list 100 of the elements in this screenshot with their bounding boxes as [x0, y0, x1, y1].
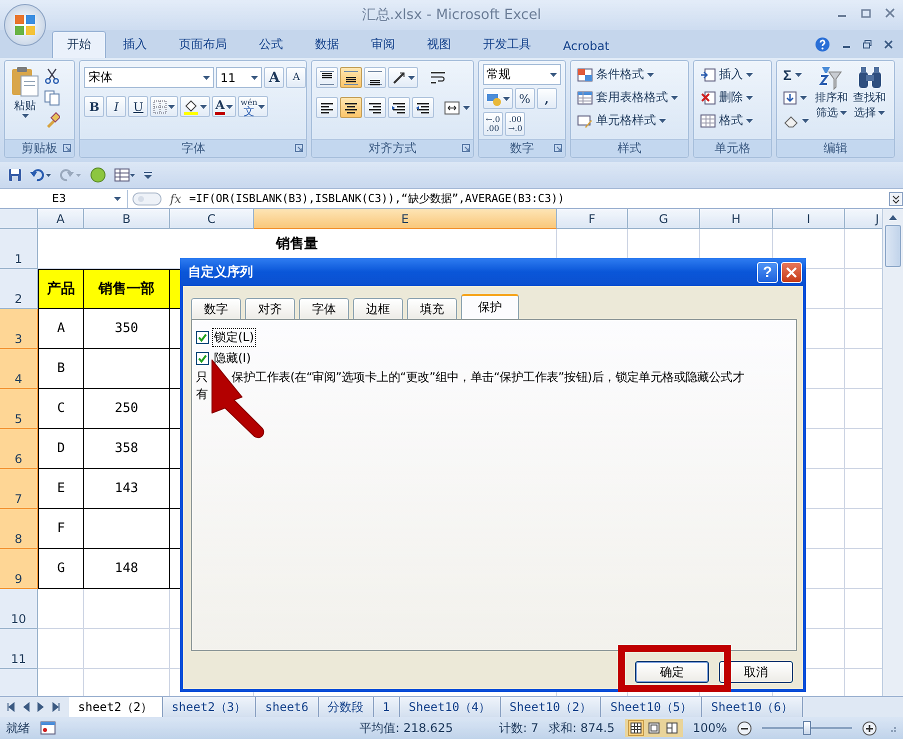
- splitter-handle-icon[interactable]: [132, 190, 162, 206]
- sheet-tab[interactable]: sheet6: [256, 697, 319, 717]
- row-header[interactable]: 3: [0, 309, 38, 349]
- currency-button[interactable]: [482, 88, 513, 109]
- customize-caret-icon[interactable]: [144, 171, 152, 179]
- column-header[interactable]: J: [845, 209, 882, 229]
- column-header[interactable]: A: [38, 209, 84, 229]
- dialog-tab[interactable]: 数字: [191, 298, 241, 319]
- column-header[interactable]: E: [254, 209, 557, 229]
- insert-function-button[interactable]: fx: [166, 192, 186, 206]
- next-sheet-icon[interactable]: [36, 702, 46, 712]
- formula-field[interactable]: =IF(OR(ISBLANK(B3),ISBLANK(C3)),“缺少数据”,AVERAGE(B3:C3)): [189, 191, 885, 206]
- column-header[interactable]: H: [700, 209, 773, 229]
- font-color-button[interactable]: A: [212, 96, 236, 117]
- sheet-tab[interactable]: 1: [374, 697, 400, 717]
- dialog-tab[interactable]: 填充: [407, 298, 457, 319]
- sheet-tab[interactable]: sheet2（2）: [69, 697, 163, 717]
- sheet-tab[interactable]: Sheet10（2）: [500, 697, 602, 717]
- ribbon-tab[interactable]: 开发工具: [468, 31, 546, 58]
- maximize-icon[interactable]: [861, 8, 871, 18]
- save-icon[interactable]: [8, 168, 22, 182]
- align-center-button[interactable]: [340, 97, 362, 118]
- column-header[interactable]: F: [557, 209, 628, 229]
- ribbon-tab[interactable]: 开始: [52, 31, 106, 58]
- ribbon-tab[interactable]: 页面布局: [164, 31, 242, 58]
- orientation-button[interactable]: [388, 67, 418, 88]
- decrease-decimal-button[interactable]: .00 →.0: [505, 112, 526, 136]
- align-left-button[interactable]: [316, 97, 338, 118]
- close-button[interactable]: [781, 262, 802, 282]
- row-header[interactable]: 5: [0, 389, 38, 429]
- help-button[interactable]: ?: [757, 262, 778, 282]
- grow-font-button[interactable]: A: [264, 67, 284, 88]
- page-layout-button[interactable]: [646, 720, 662, 736]
- ribbon-tab[interactable]: 公式: [244, 31, 298, 58]
- undo-icon[interactable]: [30, 168, 52, 182]
- normal-view-button[interactable]: [628, 720, 644, 736]
- ok-button[interactable]: 确定: [635, 661, 709, 683]
- increase-indent-button[interactable]: [412, 97, 434, 118]
- dialog-tab[interactable]: 字体: [299, 298, 349, 319]
- align-top-button[interactable]: [316, 67, 338, 88]
- scroll-thumb[interactable]: [885, 225, 901, 267]
- row-header[interactable]: 4: [0, 349, 38, 389]
- align-middle-button[interactable]: [340, 67, 362, 88]
- fill-color-button[interactable]: [180, 96, 210, 117]
- dialog-tab[interactable]: 保护: [461, 294, 519, 319]
- increase-decimal-button[interactable]: ←.0 .00: [482, 112, 504, 136]
- ribbon-tab[interactable]: 审阅: [356, 31, 410, 58]
- row-header[interactable]: 11: [0, 629, 38, 669]
- sheet-cell[interactable]: [84, 589, 170, 629]
- macro-record-icon[interactable]: [40, 721, 56, 735]
- font-name-field[interactable]: 宋体: [84, 67, 214, 88]
- ribbon-tab[interactable]: 数据: [300, 31, 354, 58]
- align-bottom-button[interactable]: [364, 67, 386, 88]
- paste-button[interactable]: 粘贴: [9, 64, 41, 136]
- cancel-button[interactable]: 取消: [719, 661, 793, 683]
- column-header[interactable]: C: [170, 209, 254, 229]
- shrink-font-button[interactable]: A: [286, 67, 306, 88]
- office-button[interactable]: [4, 4, 46, 46]
- underline-button[interactable]: U: [128, 96, 148, 117]
- dialog-launcher-icon[interactable]: [554, 144, 562, 152]
- last-sheet-icon[interactable]: [51, 702, 61, 712]
- zoom-level[interactable]: 100%: [692, 721, 727, 735]
- column-header[interactable]: I: [773, 209, 845, 229]
- find-select-button[interactable]: 查找和 选择: [852, 64, 888, 136]
- sheet-tab[interactable]: 分数段: [318, 697, 374, 717]
- restore-icon[interactable]: [863, 40, 872, 49]
- style-menu-button[interactable]: 条件格式: [574, 64, 680, 85]
- sheet-tab[interactable]: Sheet10（4）: [400, 697, 501, 717]
- borders-button[interactable]: [150, 96, 178, 117]
- row-header[interactable]: 2: [0, 269, 38, 309]
- previous-sheet-icon[interactable]: [21, 702, 31, 712]
- page-break-button[interactable]: [664, 720, 680, 736]
- ribbon-tab[interactable]: 插入: [108, 31, 162, 58]
- cells-menu-button[interactable]: 插入: [698, 64, 755, 85]
- autosum-button[interactable]: Σ: [781, 64, 812, 85]
- expand-icon[interactable]: [889, 192, 903, 206]
- wrap-text-icon[interactable]: [430, 70, 446, 86]
- zoom-out-icon[interactable]: [737, 720, 752, 736]
- number-format-field[interactable]: 常规: [482, 64, 561, 85]
- font-size-field[interactable]: 11: [216, 67, 262, 88]
- dialog-launcher-icon[interactable]: [63, 144, 72, 152]
- sheet-cell[interactable]: [84, 629, 170, 669]
- column-header[interactable]: B: [84, 209, 170, 229]
- sheet-tab[interactable]: Sheet10（5）: [601, 697, 702, 717]
- sheet-cell[interactable]: [38, 629, 84, 669]
- dialog-tab[interactable]: 边框: [353, 298, 403, 319]
- row-header[interactable]: 8: [0, 509, 38, 549]
- row-header[interactable]: 7: [0, 469, 38, 509]
- dialog-launcher-icon[interactable]: [462, 144, 470, 152]
- bold-button[interactable]: B: [84, 96, 104, 117]
- ribbon-tab[interactable]: 视图: [412, 31, 466, 58]
- table-grid-icon[interactable]: [114, 167, 136, 183]
- italic-button[interactable]: I: [106, 96, 126, 117]
- scissors-icon[interactable]: [44, 68, 60, 84]
- first-sheet-icon[interactable]: [6, 702, 16, 712]
- style-menu-button[interactable]: 套用表格格式: [574, 87, 680, 108]
- sheet-cell[interactable]: [38, 589, 84, 629]
- comma-button[interactable]: ,: [536, 88, 557, 109]
- phonetic-button[interactable]: wén 文: [238, 96, 268, 117]
- sort-filter-button[interactable]: 排序和 筛选: [814, 64, 850, 136]
